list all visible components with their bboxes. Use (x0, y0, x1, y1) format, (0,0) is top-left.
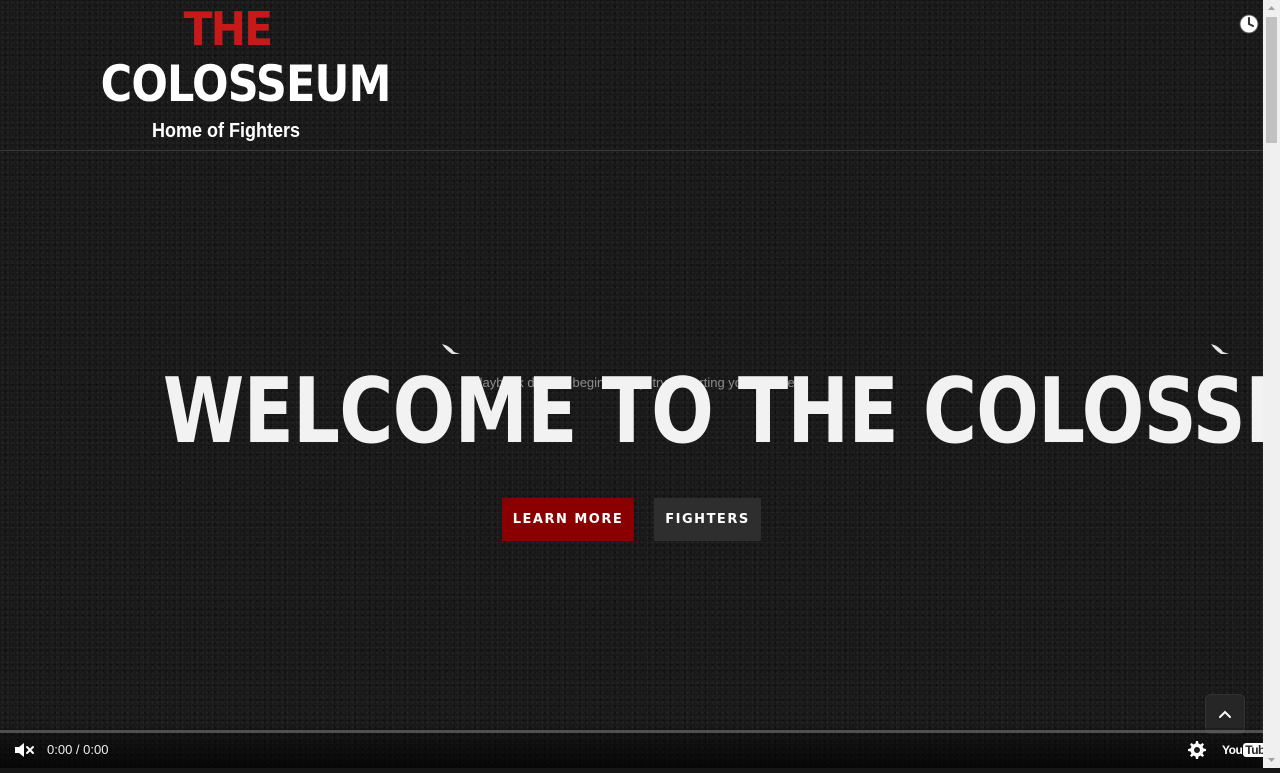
site-logo[interactable]: THE COLOSSEUM Home of Fighters (80, 2, 392, 146)
page: THE COLOSSEUM Home of Fighters If playba… (0, 0, 1263, 768)
video-time: 0:00 / 0:00 (47, 742, 109, 757)
youtube-logo-you: You (1222, 743, 1243, 757)
clock-icon[interactable] (1239, 14, 1259, 34)
youtube-logo-tube: Tube (1243, 743, 1263, 757)
loading-spinner-icon (1209, 342, 1231, 358)
page-scrollbar[interactable] (1263, 0, 1280, 768)
logo-the-text: THE (183, 2, 274, 56)
scroll-up-arrow-icon[interactable] (1263, 0, 1280, 17)
scroll-down-arrow-icon[interactable] (1263, 751, 1280, 768)
scrollbar-thumb[interactable] (1266, 17, 1277, 143)
chevron-up-icon (1219, 710, 1231, 718)
site-header: THE COLOSSEUM Home of Fighters (0, 0, 1263, 151)
muted-speaker-icon[interactable] (14, 742, 36, 758)
video-progress-bar[interactable] (0, 730, 1263, 733)
fighters-button[interactable]: FIGHTERS (654, 498, 761, 541)
hero-title: WELCOME TO THE COLOSSEUM (162, 359, 1263, 464)
youtube-logo[interactable]: YouTube (1222, 742, 1263, 758)
video-control-bar: 0:00 / 0:00 YouTube (0, 728, 1263, 768)
gear-icon[interactable] (1188, 741, 1206, 759)
loading-spinner-icon (440, 342, 462, 358)
logo-tagline: Home of Fighters (151, 120, 300, 142)
logo-name-text: COLOSSEUM (100, 55, 392, 113)
learn-more-button[interactable]: LEARN MORE (502, 498, 634, 541)
